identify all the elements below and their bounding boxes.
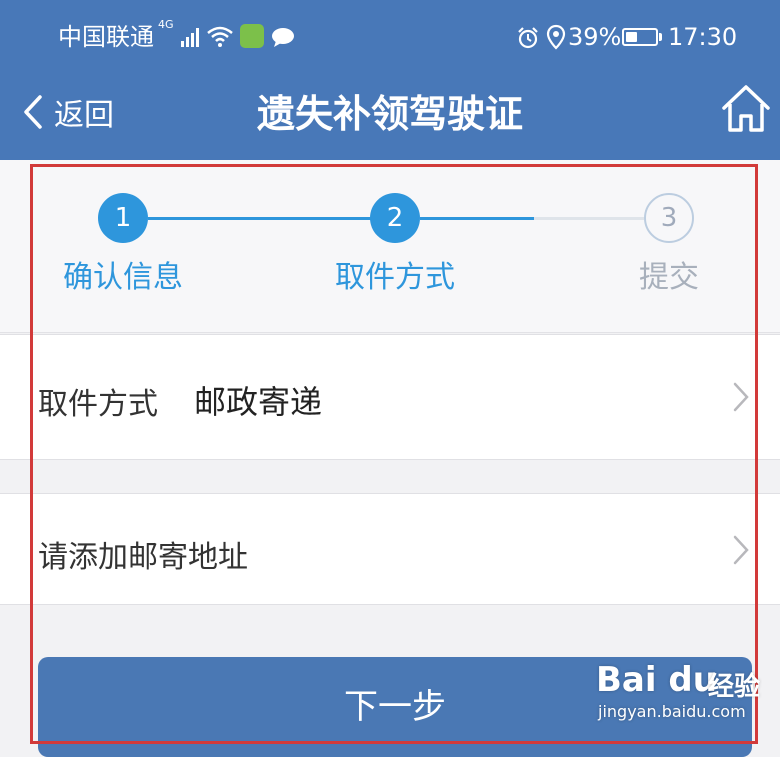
step-1-circle: 1 [98, 193, 148, 243]
step-2-circle: 2 [370, 193, 420, 243]
step-line-2-3-pending [534, 217, 644, 220]
watermark-url: jingyan.baidu.com [598, 702, 746, 721]
chevron-right-icon [733, 382, 749, 412]
battery-icon [622, 28, 658, 46]
status-bar: 中国联通 4G 39% 17:30 [0, 0, 780, 70]
pickup-method-label: 取件方式 [38, 387, 158, 422]
watermark-brand: Bai du [596, 660, 717, 700]
message-icon [272, 28, 294, 47]
home-icon[interactable] [720, 82, 772, 136]
carrier-name: 中国联通 [58, 23, 154, 51]
add-address-label: 请添加邮寄地址 [38, 540, 248, 575]
step-3-label: 提交 [639, 260, 699, 295]
alarm-icon [518, 27, 538, 49]
signal-icon [181, 28, 199, 47]
pickup-method-row[interactable]: 取件方式 邮政寄递 [0, 334, 780, 460]
watermark-text: 经验 [708, 672, 761, 702]
network-type: 4G [158, 18, 174, 31]
step-line-2-3-done [420, 217, 534, 220]
baidu-jingyan-watermark: Bai du 经验 jingyan.baidu.com [596, 652, 766, 732]
step-line-1-2 [148, 217, 372, 220]
progress-steps: 1 2 3 确认信息 取件方式 提交 [0, 160, 780, 333]
location-icon [546, 24, 566, 50]
chevron-right-icon [733, 535, 749, 565]
wifi-icon [207, 26, 233, 47]
pickup-method-value: 邮政寄递 [194, 383, 323, 421]
add-address-row[interactable]: 请添加邮寄地址 [0, 493, 780, 605]
clock: 17:30 [668, 23, 738, 51]
step-3-circle: 3 [644, 193, 694, 243]
app-notification-icon [240, 24, 264, 48]
page-title: 遗失补领驾驶证 [256, 92, 523, 136]
step-1-label: 确认信息 [63, 260, 183, 295]
battery-tip [659, 33, 662, 41]
nav-bar: 返回 遗失补领驾驶证 [0, 70, 780, 160]
battery-percent: 39% [568, 23, 622, 51]
form-card: 1 2 3 确认信息 取件方式 提交 取件方式 邮政寄递 请添加邮寄地址 下一步 [0, 160, 780, 757]
step-2-label: 取件方式 [335, 260, 455, 295]
